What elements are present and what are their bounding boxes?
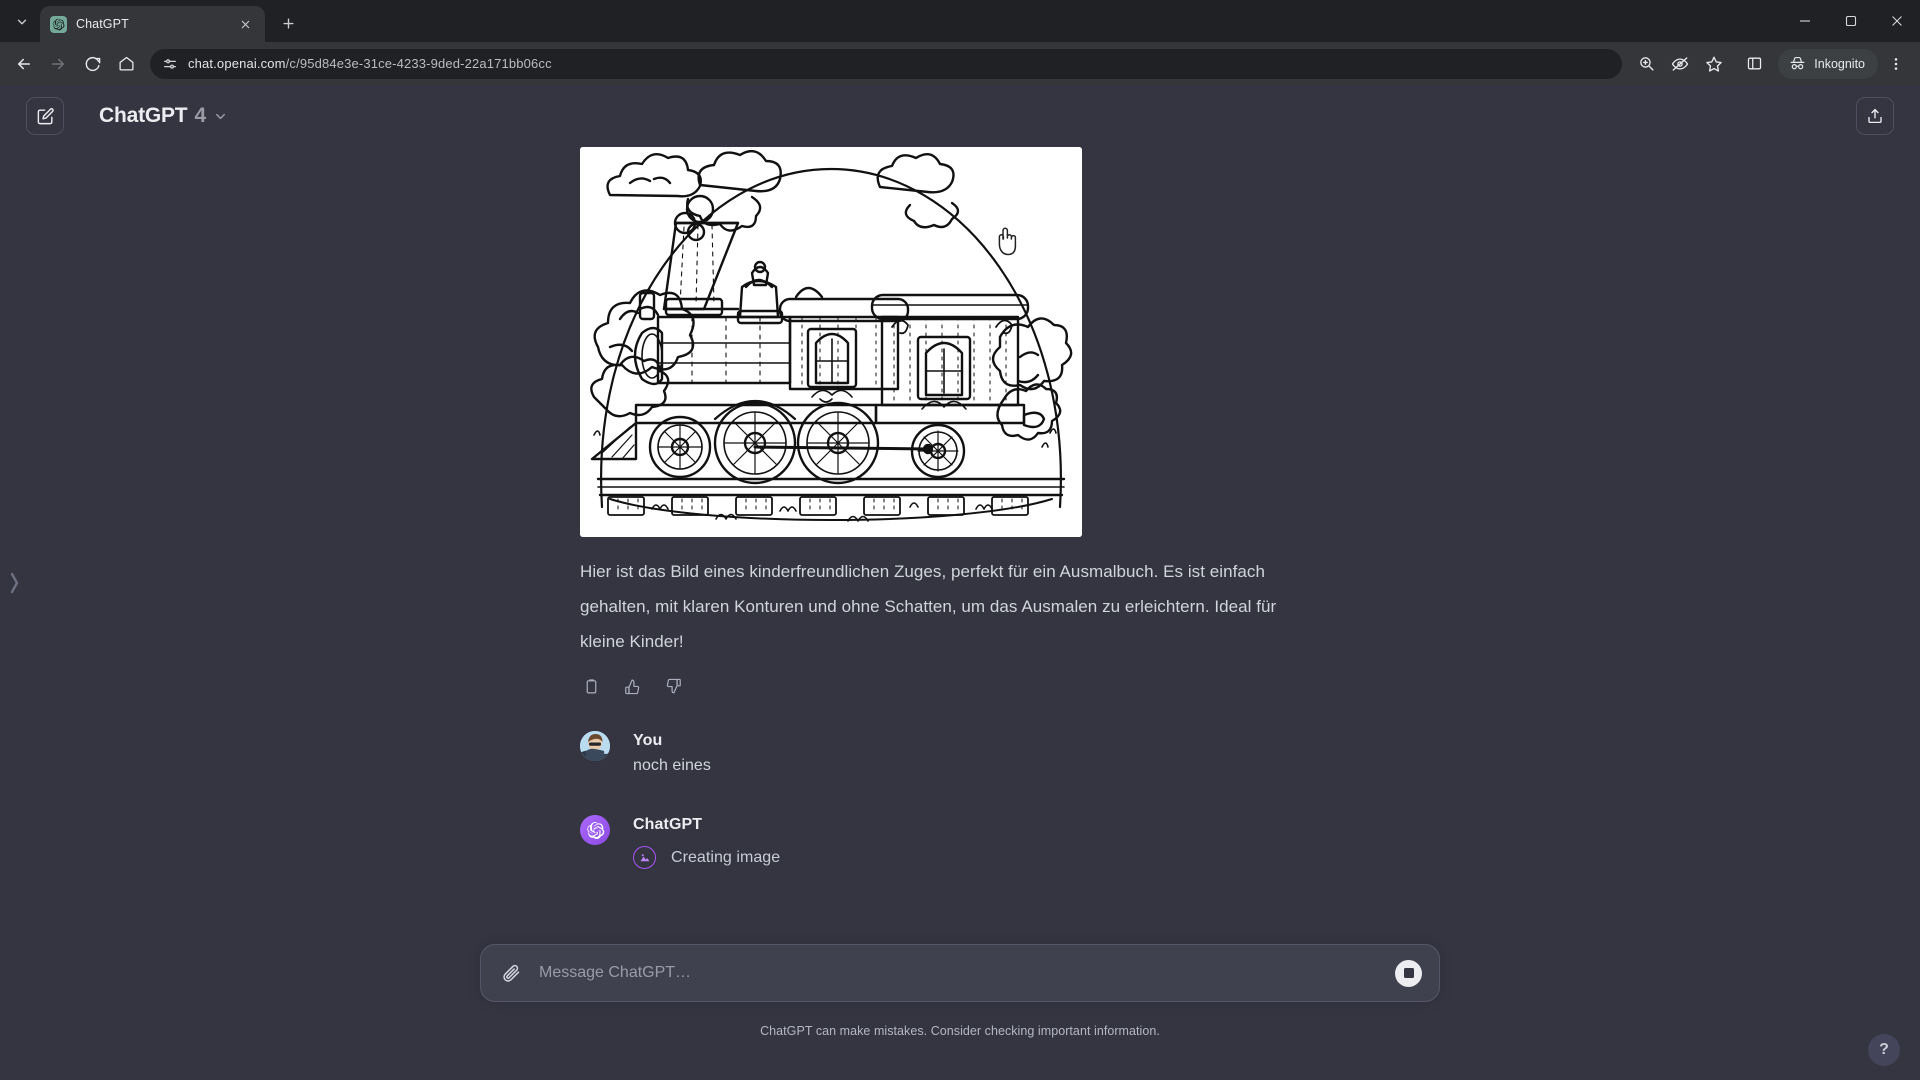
thumbs-up-button[interactable]: [621, 675, 643, 697]
assistant-name: ChatGPT: [633, 816, 703, 833]
url-host: chat.openai.com: [188, 56, 286, 71]
home-icon: [118, 56, 134, 71]
chevron-right-icon: [10, 572, 18, 593]
home-button[interactable]: [110, 48, 142, 80]
chevron-down-icon: [215, 113, 225, 119]
browser-tab-chatgpt[interactable]: ChatGPT: [40, 6, 265, 42]
close-icon: [241, 20, 249, 28]
close-icon: [1892, 16, 1902, 26]
compose-pencil-icon: [37, 107, 54, 124]
new-chat-button[interactable]: [26, 97, 64, 135]
paperclip-icon: [502, 964, 519, 982]
maximize-icon: [1845, 15, 1857, 27]
back-button[interactable]: [8, 48, 40, 80]
side-panel-button[interactable]: [1738, 48, 1770, 80]
model-version: 4: [194, 104, 206, 127]
incognito-hat-icon: [1790, 56, 1805, 70]
message-composer[interactable]: [480, 944, 1440, 1002]
maximize-button[interactable]: [1828, 0, 1874, 42]
copy-button[interactable]: [580, 675, 602, 697]
zoom-in-icon: [1639, 57, 1654, 71]
star-icon: [1706, 56, 1723, 72]
url-path: /c/95d84e3e-31ce-4233-9ded-22a171bb06cc: [285, 56, 552, 71]
thumbs-down-button[interactable]: [662, 675, 684, 697]
close-window-button[interactable]: [1874, 0, 1920, 42]
chatgpt-app: ChatGPT 4 Hier ist das Bild eines kinder…: [0, 85, 1920, 1080]
window-controls: [1782, 0, 1920, 42]
app-header: ChatGPT 4: [0, 85, 1920, 147]
tab-search-button[interactable]: [8, 8, 36, 36]
conversation-scroll[interactable]: Hier ist das Bild eines kinderfreundlich…: [0, 147, 1920, 938]
disclaimer-text: ChatGPT can make mistakes. Consider chec…: [760, 1024, 1160, 1038]
zoom-in-button[interactable]: [1630, 48, 1662, 80]
chevron-down-icon: [17, 19, 27, 25]
minimize-button[interactable]: [1782, 0, 1828, 42]
eye-slash-icon: [1672, 56, 1689, 71]
three-dot-menu-icon: [1894, 57, 1898, 70]
browser-window: ChatGPT chat.openai.com/c/95d84e3e-31ce-…: [0, 0, 1920, 1080]
tab-title: ChatGPT: [76, 17, 129, 31]
forward-arrow-icon: [52, 58, 64, 69]
chatgpt-logo-icon: [50, 15, 67, 33]
user-name: You: [633, 732, 663, 749]
side-panel-icon: [1747, 57, 1761, 70]
conversation: Hier ist das Bild eines kinderfreundlich…: [580, 147, 1340, 869]
thumbs-down-icon: [666, 678, 681, 693]
share-chat-button[interactable]: [1856, 97, 1894, 135]
back-arrow-icon: [18, 58, 30, 69]
generated-image[interactable]: [580, 147, 1082, 537]
composer-area: ChatGPT can make mistakes. Consider chec…: [0, 938, 1920, 1080]
tab-close-button[interactable]: [235, 14, 255, 34]
sidebar-expand-handle[interactable]: [6, 553, 22, 613]
tool-status-row: Creating image: [633, 846, 780, 869]
bookmark-button[interactable]: [1698, 48, 1730, 80]
tool-status-label: Creating image: [671, 848, 781, 866]
user-turn: You noch eines: [580, 731, 1340, 775]
train-coloring-illustration: [580, 147, 1082, 537]
address-bar[interactable]: chat.openai.com/c/95d84e3e-31ce-4233-9de…: [150, 48, 1623, 79]
new-tab-button[interactable]: [273, 8, 303, 38]
thumbs-up-icon: [624, 679, 639, 694]
model-selector[interactable]: ChatGPT 4: [88, 98, 239, 134]
stop-generating-button[interactable]: [1395, 959, 1422, 987]
stop-square-icon: [1403, 968, 1414, 978]
image-tool-badge: [633, 846, 656, 869]
toolbar-actions: Inkognito: [1630, 48, 1912, 80]
chrome-menu-button[interactable]: [1880, 48, 1912, 80]
user-avatar: [580, 731, 610, 761]
share-upload-icon: [1868, 108, 1882, 124]
browser-toolbar: chat.openai.com/c/95d84e3e-31ce-4233-9de…: [0, 42, 1920, 85]
incognito-indicator[interactable]: Inkognito: [1778, 48, 1878, 79]
copy-icon: [586, 678, 596, 693]
hide-tracking-button[interactable]: [1664, 48, 1696, 80]
incognito-label: Inkognito: [1814, 56, 1865, 71]
attach-file-button[interactable]: [498, 960, 524, 986]
openai-logo-avatar: [586, 821, 604, 839]
assistant-turn-body: ChatGPT Creating image: [633, 815, 780, 869]
user-turn-body: You noch eines: [633, 731, 711, 775]
assistant-message-text: Hier ist das Bild eines kinderfreundlich…: [580, 562, 1277, 651]
reload-button[interactable]: [76, 48, 108, 80]
image-mountain-icon: [640, 853, 649, 861]
minimize-icon: [1800, 20, 1810, 22]
message-input[interactable]: [524, 964, 1395, 982]
assistant-avatar: [580, 815, 610, 845]
plus-icon: [282, 17, 294, 29]
url-text: chat.openai.com/c/95d84e3e-31ce-4233-9de…: [188, 56, 552, 71]
reload-icon: [85, 56, 100, 72]
help-label: ?: [1879, 1041, 1889, 1058]
tab-strip: ChatGPT: [0, 0, 1920, 42]
page-settings-icon[interactable]: [162, 56, 178, 72]
user-photo-avatar: [580, 731, 610, 761]
help-button[interactable]: ?: [1868, 1034, 1900, 1066]
user-message-text: noch eines: [633, 757, 711, 774]
forward-button[interactable]: [42, 48, 74, 80]
model-name: ChatGPT: [99, 104, 188, 127]
assistant-pending-turn: ChatGPT Creating image: [580, 815, 1340, 869]
message-actions: [580, 675, 1340, 697]
